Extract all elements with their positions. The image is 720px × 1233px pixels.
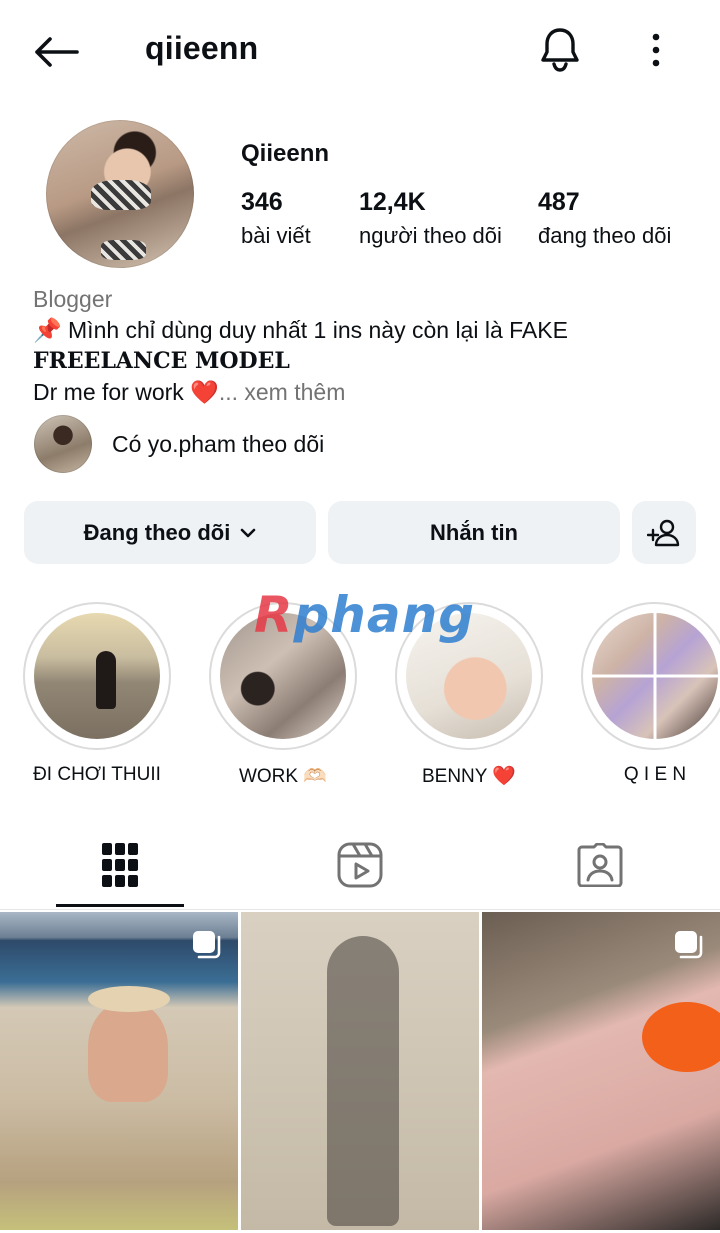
carousel-icon	[192, 930, 222, 960]
stat-following-count: 487	[538, 188, 580, 216]
message-button[interactable]: Nhắn tin	[328, 501, 620, 564]
watermark-first: R	[254, 586, 294, 644]
page-title-username: qiieenn	[145, 30, 259, 66]
highlight-label: ĐI CHƠI THUII	[33, 764, 161, 785]
stat-followers[interactable]: 12,4K người theo dõi	[359, 188, 502, 249]
suggest-people-button[interactable]	[632, 501, 696, 564]
followed-by-row[interactable]: Có yo.pham theo dõi	[34, 414, 324, 474]
content-tabs	[0, 820, 720, 910]
highlight-di-choi-thuii[interactable]: ĐI CHƠI THUII	[22, 602, 172, 786]
highlight-label: BENNY ❤️	[421, 766, 517, 787]
tagged-person-icon	[577, 843, 623, 887]
top-bar: qiieenn	[0, 0, 720, 100]
carousel-icon	[674, 930, 704, 960]
bio-line-3-wrap: Dr me for work ❤️... xem thêm	[33, 377, 693, 408]
bio-line-3: Dr me for work ❤️	[33, 379, 219, 405]
stat-posts-label: bài viết	[241, 223, 311, 248]
watermark-logo: Rphang	[254, 586, 475, 644]
watermark-rest: phang	[293, 586, 476, 644]
bio-line-1: 📌 Mình chỉ dùng duy nhất 1 ins này còn l…	[33, 317, 568, 343]
message-button-label: Nhắn tin	[430, 519, 518, 545]
more-vertical-icon	[651, 33, 661, 67]
profile-avatar[interactable]	[46, 120, 194, 268]
highlight-qien[interactable]: Q I E N	[580, 602, 720, 786]
post-thumbnail[interactable]	[241, 912, 479, 1230]
tab-posts-grid[interactable]	[0, 820, 240, 910]
avatar-detail-2	[101, 240, 146, 260]
stat-posts[interactable]: 346 bài viết	[241, 188, 311, 249]
stat-followers-count: 12,4K	[359, 188, 426, 216]
grid-icon	[101, 842, 139, 888]
highlight-cover	[592, 613, 718, 739]
following-button[interactable]: Đang theo dõi	[24, 501, 316, 564]
highlight-ring	[581, 602, 720, 750]
highlight-cover	[34, 613, 160, 739]
tab-reels[interactable]	[240, 820, 480, 910]
bell-icon	[539, 27, 581, 73]
display-name: Qiieenn	[241, 140, 330, 167]
add-person-icon	[647, 519, 681, 547]
active-tab-indicator	[56, 904, 184, 907]
see-more-link[interactable]: ... xem thêm	[219, 379, 346, 405]
back-button[interactable]	[30, 28, 82, 76]
avatar-detail	[91, 180, 151, 210]
stat-followers-label: người theo dõi	[359, 223, 502, 248]
arrow-left-icon	[33, 36, 79, 68]
bio-category: Blogger	[33, 286, 113, 312]
highlight-ring	[23, 602, 171, 750]
highlight-label: Q I E N	[623, 764, 687, 785]
follower-avatar	[34, 415, 92, 473]
reels-icon	[337, 842, 383, 888]
followed-by-text: Có yo.pham theo dõi	[112, 430, 325, 457]
tab-tagged[interactable]	[480, 820, 720, 910]
highlight-label: WORK 🫶🏻	[238, 766, 328, 787]
posts-grid	[0, 912, 720, 1233]
post-thumbnail[interactable]	[482, 912, 720, 1230]
stat-following-label: đang theo dõi	[538, 223, 672, 248]
chevron-down-icon	[240, 528, 256, 538]
post-thumbnail[interactable]	[0, 912, 238, 1230]
notifications-button[interactable]	[534, 24, 586, 76]
bio-line-2: FREELANCE MODEL	[33, 348, 290, 374]
more-options-button[interactable]	[636, 26, 676, 74]
stat-posts-count: 346	[241, 188, 283, 216]
bio: Blogger 📌 Mình chỉ dùng duy nhất 1 ins n…	[33, 284, 693, 408]
following-button-label: Đang theo dõi	[83, 519, 231, 545]
stat-following[interactable]: 487 đang theo dõi	[538, 188, 671, 249]
